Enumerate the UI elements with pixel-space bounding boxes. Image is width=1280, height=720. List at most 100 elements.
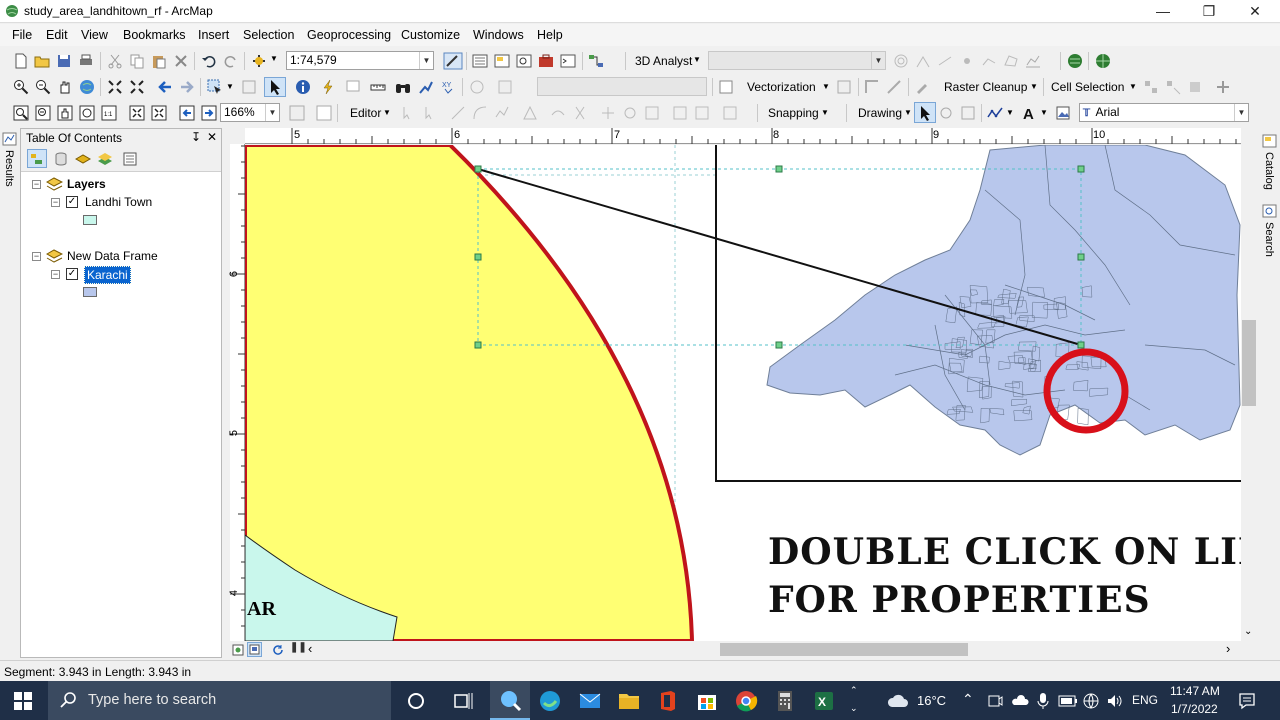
editor-dropdown-arrow[interactable]: ▼ (383, 108, 391, 117)
snapping-dropdown-arrow[interactable]: ▼ (821, 108, 829, 117)
task-view-icon[interactable] (451, 689, 475, 713)
toc-close-icon[interactable]: ✕ (207, 130, 217, 144)
steepest-path-icon[interactable] (915, 53, 931, 69)
tray-chevron-up-icon[interactable]: ⌃ (962, 691, 974, 708)
interactive-select-icon[interactable] (1165, 79, 1181, 95)
cell-selection-dropdown-arrow[interactable]: ▼ (1129, 82, 1137, 91)
notification-center-icon[interactable] (1238, 692, 1256, 710)
file-explorer-icon[interactable] (617, 689, 641, 713)
copy-icon[interactable] (129, 53, 145, 69)
cell-statistics-icon[interactable] (1187, 79, 1203, 95)
drawing-select-elements-button[interactable] (914, 102, 936, 123)
create-features-icon[interactable] (694, 105, 710, 121)
trace-icon[interactable] (494, 105, 510, 121)
pan-hand-icon[interactable] (57, 79, 73, 95)
menu-edit[interactable]: Edit (46, 28, 68, 42)
go-back-extent-icon[interactable] (179, 105, 195, 121)
list-by-drawing-order-button[interactable] (27, 149, 47, 168)
editor-dropdown[interactable]: Editor (350, 106, 381, 120)
hyperlink-icon[interactable] (320, 79, 336, 95)
arcmap-taskbar-button[interactable] (490, 681, 530, 720)
fixed-zoom-in-layout-icon[interactable] (129, 105, 145, 121)
find-route-icon[interactable] (418, 79, 434, 95)
zoom-in-icon[interactable] (13, 79, 29, 95)
search-tab[interactable]: Search (1263, 222, 1275, 257)
line-of-sight-icon[interactable] (937, 53, 953, 69)
calculator-icon[interactable] (773, 689, 797, 713)
font-name-combo[interactable]: 𝕋 Arial ▼ (1079, 103, 1249, 122)
new-data-frame-collapse-toggle[interactable]: − (32, 252, 41, 261)
georeferencing-layer-combo[interactable] (537, 77, 707, 96)
landhi-town-layer-collapse-toggle[interactable]: − (51, 198, 60, 207)
focus-data-frame-icon[interactable] (316, 105, 332, 121)
mail-icon[interactable] (578, 689, 602, 713)
results-tab[interactable]: Results (3, 150, 15, 187)
interpolate-polygon-icon[interactable] (1003, 53, 1019, 69)
measure-icon[interactable] (370, 79, 386, 95)
sketch-properties-icon[interactable] (672, 105, 688, 121)
menu-help[interactable]: Help (537, 28, 563, 42)
network-globe-icon[interactable] (1083, 693, 1099, 709)
landhi-town-symbol-swatch[interactable] (83, 215, 97, 225)
input-language-indicator[interactable]: ENG (1132, 693, 1158, 707)
catalog-window-icon[interactable] (494, 53, 510, 69)
layout-zoom-in-icon[interactable] (13, 105, 29, 121)
chrome-icon[interactable] (734, 689, 758, 713)
go-forward-extent-icon[interactable] (201, 105, 217, 121)
catalog-tab-icon[interactable] (1262, 134, 1277, 148)
delete-icon[interactable] (173, 53, 189, 69)
results-window-icon[interactable] (2, 132, 17, 146)
add-data-dropdown-arrow[interactable]: ▼ (270, 54, 278, 63)
select-dropdown-arrow[interactable]: ▼ (226, 82, 234, 91)
time-slider-icon[interactable] (469, 79, 485, 95)
office-icon[interactable] (656, 689, 680, 713)
html-popup-icon[interactable] (345, 79, 361, 95)
fixed-zoom-in-icon[interactable] (107, 79, 123, 95)
line-tool-dropdown-arrow[interactable]: ▼ (1006, 108, 1014, 117)
list-by-source-icon[interactable] (53, 151, 69, 167)
new-document-icon[interactable] (13, 53, 29, 69)
new-text-icon[interactable]: A (1021, 105, 1037, 121)
onedrive-icon[interactable] (1011, 693, 1029, 709)
toc-options-icon[interactable] (122, 151, 138, 167)
menu-customize[interactable]: Customize (401, 28, 460, 42)
microphone-icon[interactable] (1037, 692, 1049, 710)
save-icon[interactable] (56, 53, 72, 69)
rotate-tool-icon[interactable] (622, 105, 638, 121)
drawing-dropdown[interactable]: Drawing (858, 106, 902, 120)
clock-time[interactable]: 11:47 AM (1170, 684, 1220, 698)
rotate-element-icon[interactable] (938, 105, 954, 121)
text-tool-dropdown-arrow[interactable]: ▼ (1040, 108, 1048, 117)
edit-tool-icon[interactable] (400, 105, 416, 121)
map-scale-combo[interactable]: 1:74,579 ▼ (286, 51, 434, 70)
fixed-zoom-out-icon[interactable] (129, 79, 145, 95)
list-by-selection-icon[interactable] (97, 151, 113, 167)
data-view-icon[interactable] (232, 644, 244, 656)
karachi-symbol-swatch[interactable] (83, 287, 97, 297)
cell-selection-dropdown[interactable]: Cell Selection (1051, 80, 1124, 94)
raster-cleanup-brush-icon[interactable] (914, 79, 930, 95)
raster-cleanup-dropdown[interactable]: Raster Cleanup (944, 80, 1027, 94)
cortana-icon[interactable] (404, 689, 428, 713)
layers-frame-collapse-toggle[interactable]: − (32, 180, 41, 189)
undo-icon[interactable] (201, 53, 217, 69)
taskbar-search-box[interactable]: Type here to search (48, 681, 391, 720)
menu-insert[interactable]: Insert (198, 28, 229, 42)
minimize-button[interactable]: — (1140, 0, 1186, 23)
straight-segment-icon[interactable] (450, 105, 466, 121)
layout-view-button[interactable] (247, 642, 262, 657)
horizontal-scroll-thumb[interactable] (720, 643, 968, 656)
python-window-icon[interactable] (560, 53, 576, 69)
data-frame-new-data-frame-label[interactable]: New Data Frame (67, 249, 158, 263)
taskbar-overflow-down-icon[interactable]: ⌄ (850, 703, 858, 714)
cut-polygons-icon[interactable] (572, 105, 588, 121)
interpolate-point-icon[interactable] (959, 53, 975, 69)
search-tab-icon[interactable] (1262, 204, 1277, 218)
select-elements-button[interactable] (264, 77, 286, 97)
clock-date[interactable]: 1/7/2022 (1171, 702, 1218, 716)
cut-icon[interactable] (107, 53, 123, 69)
fixed-zoom-out-layout-icon[interactable] (151, 105, 167, 121)
interpolate-line-icon[interactable] (981, 53, 997, 69)
add-cells-plus-icon[interactable] (1215, 79, 1231, 95)
scroll-left-arrow-icon[interactable]: ‹ (308, 641, 312, 656)
